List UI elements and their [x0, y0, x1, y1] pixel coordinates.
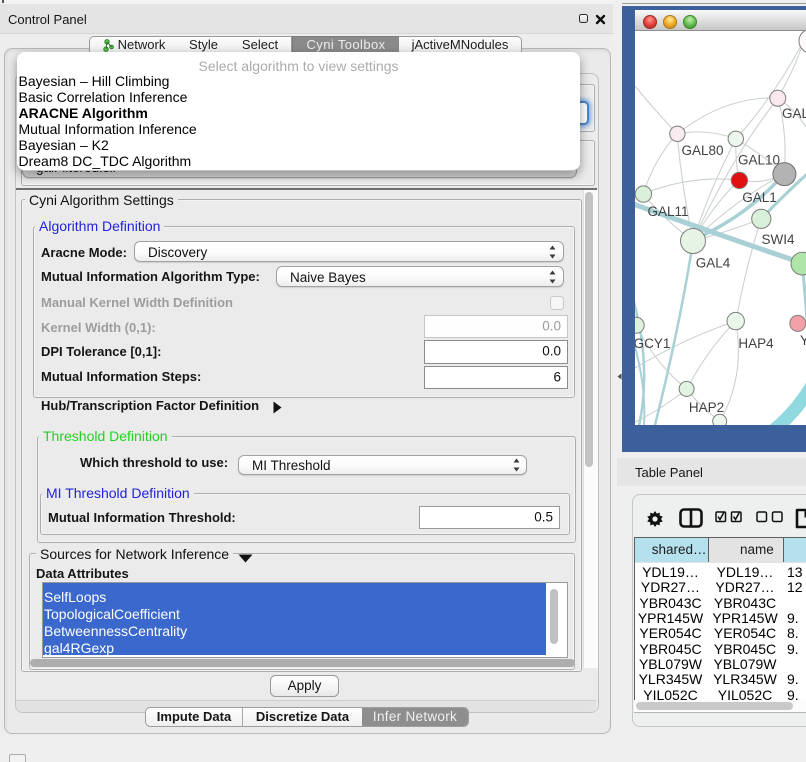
- svg-text:GAL10: GAL10: [738, 153, 780, 168]
- svg-text:SWI4: SWI4: [761, 232, 794, 247]
- svg-text:HAP2: HAP2: [689, 400, 724, 415]
- svg-text:HAP4: HAP4: [738, 336, 774, 351]
- svg-text:GAL11: GAL11: [647, 204, 688, 219]
- svg-text:GAL4: GAL4: [696, 256, 731, 271]
- svg-text:GAL1: GAL1: [742, 190, 777, 205]
- svg-text:GAL80: GAL80: [681, 143, 723, 158]
- svg-text:GCY1: GCY1: [635, 336, 670, 351]
- svg-text:GAL: GAL: [782, 106, 806, 121]
- svg-text:Y: Y: [800, 333, 806, 348]
